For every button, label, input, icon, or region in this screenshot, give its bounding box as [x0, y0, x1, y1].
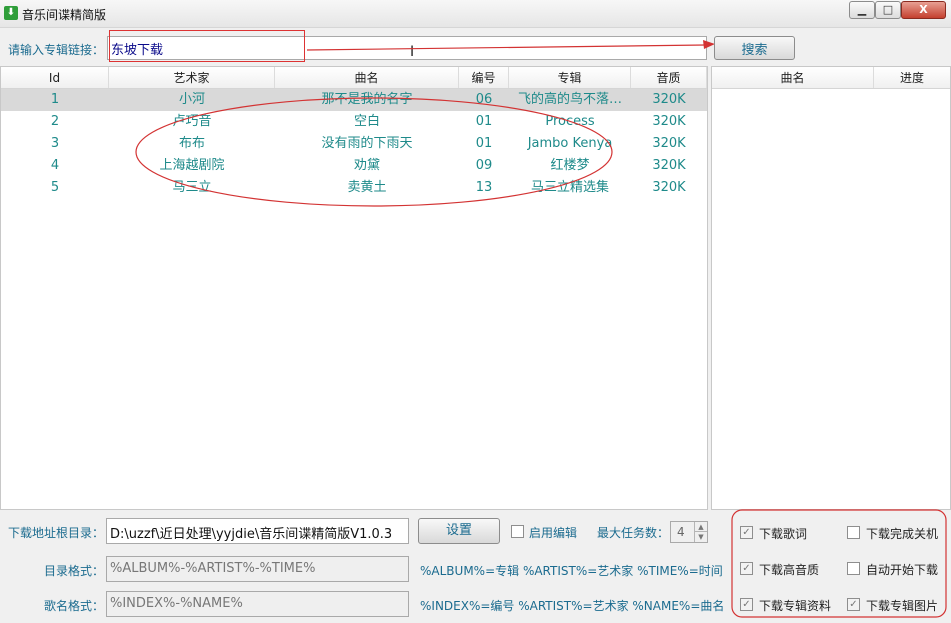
- album-image-checkbox[interactable]: ✓: [847, 598, 860, 611]
- root-dir-label: 下载地址根目录：: [8, 526, 105, 540]
- col-id-header[interactable]: Id: [1, 67, 109, 88]
- song-format-label: 歌名格式：: [44, 599, 105, 613]
- max-tasks-label: 最大任务数：: [597, 526, 670, 540]
- album-image-label: 下载专辑图片: [866, 599, 939, 613]
- max-tasks-stepper[interactable]: 4 ▲ ▼: [670, 521, 708, 543]
- set-button[interactable]: 设置: [418, 518, 500, 544]
- dir-format-field[interactable]: %ALBUM%-%ARTIST%-%TIME%: [106, 556, 409, 582]
- cell-album: 马三立精选集: [530, 180, 609, 195]
- song-format-field[interactable]: %INDEX%-%NAME%: [106, 591, 409, 617]
- download-lyrics-checkbox[interactable]: ✓: [740, 526, 753, 539]
- cell-song: 空白: [353, 114, 380, 129]
- queue-col-song[interactable]: 曲名: [712, 67, 874, 88]
- results-table: Id 艺术家 曲名 编号 专辑 音质 1 小河 那不是我的名字 06 飞的高的鸟…: [0, 66, 708, 510]
- album-link-label: 请输入专辑链接：: [8, 43, 105, 57]
- cell-quality: 320K: [652, 158, 686, 173]
- window-title: 音乐间谍精简版: [22, 8, 107, 22]
- auto-start-label: 自动开始下载: [866, 563, 939, 577]
- col-artist-header[interactable]: 艺术家: [109, 67, 275, 88]
- cell-number: 09: [475, 158, 493, 173]
- album-info-label: 下载专辑资料: [759, 599, 832, 613]
- download-queue-panel: 曲名 进度: [711, 66, 951, 510]
- cell-song: 劝黛: [353, 158, 380, 173]
- maximize-button[interactable]: □: [875, 1, 901, 19]
- cell-album: 红楼梦: [550, 158, 590, 173]
- search-button[interactable]: 搜索: [714, 36, 795, 60]
- cell-number: 01: [475, 136, 493, 151]
- song-format-hint: %INDEX%=编号 %ARTIST%=艺术家 %NAME%=曲名: [420, 599, 725, 613]
- dir-format-label: 目录格式：: [44, 564, 105, 578]
- max-tasks-value: 4: [677, 525, 685, 539]
- enable-edit-label: 启用编辑: [529, 526, 578, 540]
- title-bar: ⬇ 音乐间谍精简版 ▁ □ X: [0, 0, 951, 28]
- text-cursor-icon: I: [410, 44, 415, 60]
- close-button[interactable]: X: [901, 1, 946, 19]
- shutdown-after-label: 下载完成关机: [866, 527, 939, 541]
- cell-id: 1: [50, 92, 60, 107]
- stepper-up-icon[interactable]: ▲: [694, 522, 707, 532]
- high-quality-checkbox[interactable]: ✓: [740, 562, 753, 575]
- cell-album: Jambo Kenya: [527, 136, 613, 151]
- queue-header: 曲名 进度: [712, 67, 950, 89]
- table-row[interactable]: 1 小河 那不是我的名字 06 飞的高的鸟不落… 320K: [1, 89, 707, 111]
- cell-artist: 小河: [178, 92, 205, 107]
- cell-number: 01: [475, 114, 493, 129]
- cell-id: 5: [50, 180, 60, 195]
- enable-edit-checkbox[interactable]: [511, 525, 524, 538]
- cell-id: 3: [50, 136, 60, 151]
- download-lyrics-label: 下载歌词: [759, 527, 808, 541]
- shutdown-after-checkbox[interactable]: [847, 526, 860, 539]
- cell-quality: 320K: [652, 180, 686, 195]
- table-row[interactable]: 5 马三立 卖黄土 13 马三立精选集 320K: [1, 177, 707, 199]
- cell-artist: 卢巧音: [172, 114, 212, 129]
- cell-quality: 320K: [652, 92, 686, 107]
- queue-col-progress[interactable]: 进度: [874, 67, 950, 88]
- cell-quality: 320K: [652, 136, 686, 151]
- dir-format-hint: %ALBUM%=专辑 %ARTIST%=艺术家 %TIME%=时间: [420, 564, 723, 578]
- cell-song: 没有雨的下雨天: [321, 136, 413, 151]
- cell-song: 那不是我的名字: [321, 92, 413, 107]
- high-quality-label: 下载高音质: [759, 563, 820, 577]
- download-icon: ⬇: [4, 6, 18, 20]
- cell-number: 13: [475, 180, 493, 195]
- cell-artist: 马三立: [172, 180, 212, 195]
- minimize-button[interactable]: ▁: [849, 1, 875, 19]
- cell-id: 2: [50, 114, 60, 129]
- table-header: Id 艺术家 曲名 编号 专辑 音质: [1, 67, 707, 89]
- root-dir-field[interactable]: D:\uzzf\近日处理\yyjdie\音乐间谍精简版V1.0.3: [106, 518, 409, 544]
- col-quality-header[interactable]: 音质: [631, 67, 707, 88]
- cell-id: 4: [50, 158, 60, 173]
- cell-artist: 上海越剧院: [159, 158, 225, 173]
- col-album-header[interactable]: 专辑: [509, 67, 631, 88]
- stepper-down-icon[interactable]: ▼: [694, 532, 707, 542]
- cell-artist: 布布: [178, 136, 205, 151]
- table-row[interactable]: 4 上海越剧院 劝黛 09 红楼梦 320K: [1, 155, 707, 177]
- cell-song: 卖黄土: [347, 180, 387, 195]
- auto-start-checkbox[interactable]: [847, 562, 860, 575]
- cell-album: Process: [545, 114, 595, 129]
- album-info-checkbox[interactable]: ✓: [740, 598, 753, 611]
- cell-album: 飞的高的鸟不落…: [517, 92, 622, 107]
- table-row[interactable]: 2 卢巧音 空白 01 Process 320K: [1, 111, 707, 133]
- col-number-header[interactable]: 编号: [459, 67, 509, 88]
- cell-number: 06: [475, 92, 493, 107]
- col-song-header[interactable]: 曲名: [275, 67, 459, 88]
- annotation-box: [109, 30, 305, 62]
- table-row[interactable]: 3 布布 没有雨的下雨天 01 Jambo Kenya 320K: [1, 133, 707, 155]
- cell-quality: 320K: [652, 114, 686, 129]
